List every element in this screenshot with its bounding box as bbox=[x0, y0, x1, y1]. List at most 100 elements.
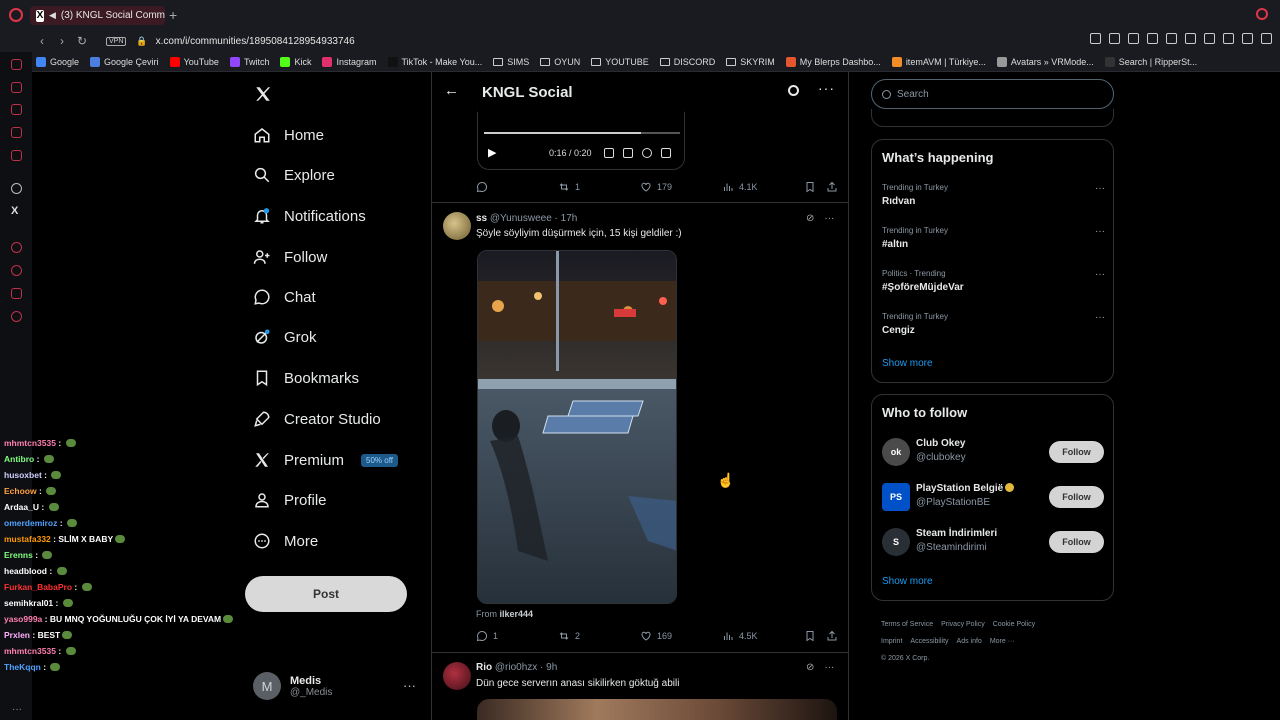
shield-icon[interactable] bbox=[1128, 33, 1139, 44]
trend-item[interactable]: Trending in Turkey Rıdvan ··· bbox=[882, 183, 1107, 207]
views-button[interactable]: 4.1K bbox=[722, 181, 758, 193]
search-field[interactable] bbox=[897, 88, 1097, 100]
show-more-link[interactable]: Show more bbox=[882, 358, 933, 369]
clock-icon[interactable] bbox=[11, 265, 22, 276]
search-icon[interactable] bbox=[788, 85, 799, 96]
nav-follow[interactable]: Follow bbox=[253, 248, 327, 266]
footer-link[interactable]: Imprint bbox=[881, 638, 902, 645]
nav-notifications[interactable]: Notifications bbox=[253, 207, 366, 225]
speaker-icon[interactable]: ◀ bbox=[49, 10, 56, 21]
post-button[interactable]: Post bbox=[245, 576, 407, 612]
bookmark-item[interactable]: SKYRIM bbox=[726, 57, 775, 67]
nav-more[interactable]: More bbox=[253, 532, 318, 550]
follow-button[interactable]: Follow bbox=[1049, 486, 1104, 508]
bookmark-item[interactable]: Google bbox=[36, 56, 79, 67]
bookmark-item[interactable]: Kick bbox=[280, 56, 311, 67]
avatar[interactable] bbox=[443, 212, 471, 240]
bookmark-item[interactable]: DISCORD bbox=[659, 57, 715, 67]
x-logo-icon[interactable] bbox=[254, 85, 272, 103]
pin-icon[interactable] bbox=[1090, 33, 1101, 44]
post-author-handle[interactable]: @rio0hzx bbox=[495, 662, 537, 673]
bookmark-item[interactable]: YOUTUBE bbox=[591, 57, 649, 67]
post-author-name[interactable]: ss bbox=[476, 213, 487, 224]
nav-profile[interactable]: Profile bbox=[253, 491, 327, 509]
opera-logo-icon[interactable] bbox=[9, 8, 23, 22]
post-time[interactable]: 17h bbox=[561, 213, 578, 224]
source-user[interactable]: ilker444 bbox=[500, 609, 534, 619]
footer-link[interactable]: Privacy Policy bbox=[941, 621, 985, 628]
extension-sidebar-icon[interactable] bbox=[11, 288, 22, 299]
repost-button[interactable]: 1 bbox=[558, 181, 580, 193]
settings-gear-icon[interactable] bbox=[642, 148, 652, 158]
grok-analyze-icon[interactable]: ⊘ bbox=[806, 213, 814, 224]
nav-home[interactable]: Home bbox=[253, 126, 324, 144]
extensions-icon[interactable] bbox=[1204, 33, 1215, 44]
share-button[interactable] bbox=[826, 630, 838, 642]
lock-icon[interactable]: 🔒 bbox=[136, 36, 147, 47]
follow-suggestion[interactable]: PS PlayStation Belgiё @PlayStationBE Fol… bbox=[882, 481, 1107, 513]
bookmark-item[interactable]: Google Çeviri bbox=[90, 56, 159, 67]
bookmark-item[interactable]: YouTube bbox=[169, 56, 219, 67]
bookmark-item[interactable]: Twitch bbox=[229, 56, 269, 67]
bookmark-item[interactable]: OYUN bbox=[540, 57, 580, 67]
mail-icon[interactable] bbox=[11, 150, 22, 161]
heart-icon[interactable] bbox=[1185, 33, 1196, 44]
footer-link[interactable]: Ads info bbox=[957, 638, 982, 645]
download-icon[interactable] bbox=[1223, 33, 1234, 44]
share-button[interactable] bbox=[826, 181, 838, 193]
settings-gear-icon[interactable] bbox=[11, 311, 22, 322]
url-field[interactable]: x.com/i/communities/1895084128954933746 bbox=[156, 36, 355, 47]
bookmark-button[interactable] bbox=[804, 181, 816, 193]
snapshot-icon[interactable] bbox=[1109, 33, 1120, 44]
account-more-icon[interactable]: ··· bbox=[403, 678, 416, 693]
post-media[interactable] bbox=[477, 699, 837, 720]
bookmark-item[interactable]: itemAVM | Türkiye... bbox=[891, 56, 986, 67]
views-button[interactable]: 4.5K bbox=[722, 630, 758, 642]
nav-chat[interactable]: Chat bbox=[253, 288, 316, 306]
bookmark-item[interactable]: Search | RipperSt... bbox=[1104, 56, 1197, 67]
chatgpt-icon[interactable] bbox=[11, 183, 22, 194]
new-tab-button[interactable]: + bbox=[169, 7, 177, 23]
search-input[interactable] bbox=[871, 79, 1114, 109]
follow-suggestion[interactable]: S Steam İndirimleri @Steamindirimi Follo… bbox=[882, 526, 1107, 558]
reply-button[interactable]: 1 bbox=[476, 630, 498, 642]
back-arrow-icon[interactable]: ‹ bbox=[32, 34, 52, 48]
like-button[interactable]: 179 bbox=[640, 181, 672, 193]
video-player[interactable]: ▶ 0:16 / 0:20 bbox=[477, 108, 685, 170]
nav-explore[interactable]: Explore bbox=[253, 166, 335, 184]
back-arrow-icon[interactable]: ← bbox=[444, 82, 459, 99]
bookmark-item[interactable]: SIMS bbox=[493, 57, 529, 67]
trend-item[interactable]: Trending in Turkey Cengiz ··· bbox=[882, 312, 1107, 336]
more-options-icon[interactable]: ··· bbox=[824, 213, 834, 224]
more-options-icon[interactable]: ··· bbox=[1095, 226, 1105, 237]
like-button[interactable]: 169 bbox=[640, 630, 672, 642]
avatar[interactable] bbox=[443, 662, 471, 690]
follow-button[interactable]: Follow bbox=[1049, 531, 1104, 553]
play-icon[interactable] bbox=[1166, 33, 1177, 44]
post-author-handle[interactable]: @Yunusweee bbox=[490, 213, 552, 224]
history-icon[interactable] bbox=[11, 82, 22, 93]
footer-link[interactable]: Cookie Policy bbox=[993, 621, 1035, 628]
twitch-sidebar-icon[interactable] bbox=[11, 127, 22, 138]
bag-icon[interactable] bbox=[11, 104, 22, 115]
bookmark-item[interactable]: Instagram bbox=[322, 56, 377, 67]
post-video[interactable] bbox=[477, 250, 677, 604]
repost-button[interactable]: 2 bbox=[558, 630, 580, 642]
volume-icon[interactable] bbox=[623, 148, 633, 158]
x-sidebar-icon[interactable]: X bbox=[11, 205, 18, 217]
captions-icon[interactable] bbox=[604, 148, 614, 158]
vpn-badge[interactable]: VPN bbox=[106, 36, 127, 46]
more-options-icon[interactable]: ··· bbox=[818, 80, 835, 96]
reload-icon[interactable]: ↻ bbox=[72, 34, 92, 48]
footer-link[interactable]: Accessibility bbox=[910, 638, 948, 645]
play-icon[interactable]: ▶ bbox=[488, 146, 496, 159]
bookmark-item[interactable]: My Blerps Dashbo... bbox=[785, 56, 881, 67]
video-progress-bar[interactable] bbox=[484, 132, 680, 134]
footer-link[interactable]: Terms of Service bbox=[881, 621, 933, 628]
footer-link[interactable]: More ··· bbox=[990, 638, 1015, 645]
nav-creator-studio[interactable]: Creator Studio bbox=[253, 410, 381, 428]
fullscreen-icon[interactable] bbox=[661, 148, 671, 158]
more-options-icon[interactable]: ··· bbox=[1095, 269, 1105, 280]
grok-analyze-icon[interactable]: ⊘ bbox=[806, 662, 814, 673]
trend-item[interactable]: Trending in Turkey #altın ··· bbox=[882, 226, 1107, 250]
